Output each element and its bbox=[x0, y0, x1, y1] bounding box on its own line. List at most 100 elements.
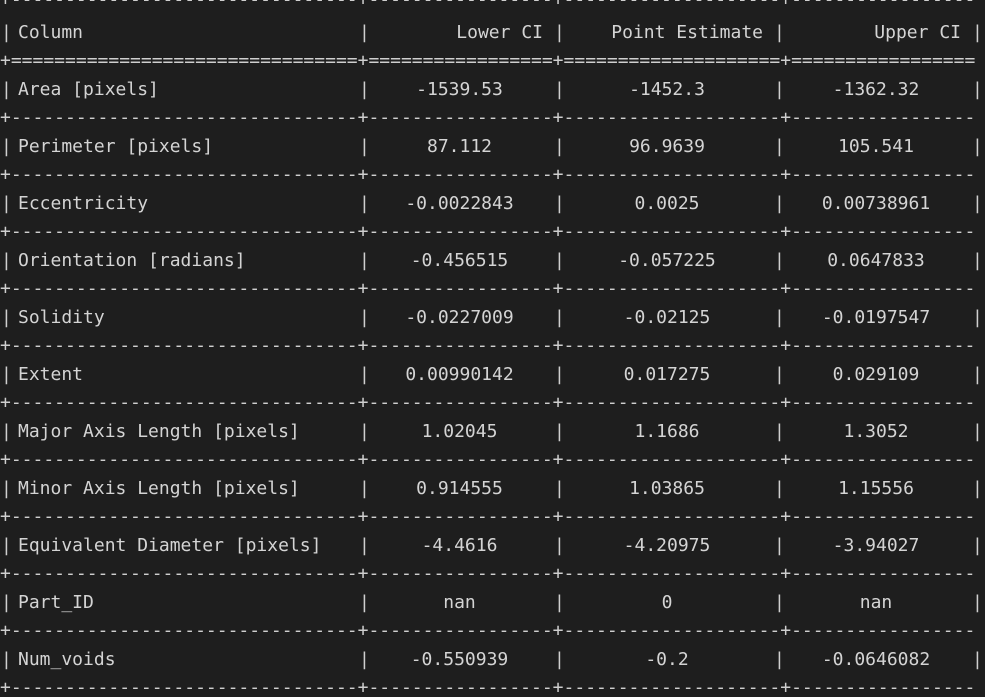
column-divider: | bbox=[359, 478, 370, 499]
table-row: | | | | | Major Axis Length [pixels] 1.02045 1.… bbox=[0, 417, 985, 447]
row-label: Minor Axis Length [pixels] bbox=[18, 478, 300, 499]
table-cell: -4.20975 bbox=[623, 535, 711, 556]
row-label: Orientation [radians] bbox=[18, 250, 246, 271]
column-divider: | bbox=[359, 421, 370, 442]
column-divider: | bbox=[1, 421, 12, 442]
column-divider: | bbox=[359, 22, 370, 43]
row-label: Solidity bbox=[18, 307, 105, 328]
column-divider: | bbox=[1, 307, 12, 328]
column-divider: | bbox=[554, 193, 565, 214]
column-divider: | bbox=[554, 79, 565, 100]
column-divider: | bbox=[359, 250, 370, 271]
table-cell: -0.0646082 bbox=[821, 649, 931, 670]
table-cell: 1.03865 bbox=[629, 478, 705, 499]
table-cell: -1539.53 bbox=[416, 79, 503, 100]
column-divider: | bbox=[774, 250, 785, 271]
column-divider: | bbox=[359, 79, 370, 100]
column-divider: | bbox=[554, 535, 565, 556]
row-separator: +--------------------------------+------… bbox=[0, 679, 976, 697]
column-divider: | bbox=[1, 79, 12, 100]
row-separator: +--------------------------------+------… bbox=[0, 0, 985, 9]
column-divider: | bbox=[972, 22, 983, 43]
table-cell: -1452.3 bbox=[629, 79, 705, 100]
column-divider: | bbox=[774, 478, 785, 499]
column-divider: | bbox=[1, 193, 12, 214]
column-divider: | bbox=[1, 478, 12, 499]
table-cell: 0.017275 bbox=[623, 364, 711, 385]
column-divider: | bbox=[1, 649, 12, 670]
row-label: Area [pixels] bbox=[18, 79, 159, 100]
header-separator: +================================+======… bbox=[0, 52, 976, 70]
table-row: | | | | | Minor Axis Length [pixels] 0.914555 1… bbox=[0, 474, 985, 504]
column-divider: | bbox=[774, 79, 785, 100]
table-row: | | | | | Area [pixels] -1539.53 -1452.3 -1362.3… bbox=[0, 75, 985, 105]
table-row: | | | | | Part_ID nan 0 nan bbox=[0, 588, 985, 618]
row-separator: +--------------------------------+------… bbox=[0, 565, 976, 583]
column-divider: | bbox=[359, 364, 370, 385]
column-divider: | bbox=[972, 79, 983, 100]
table-cell: -1362.32 bbox=[832, 79, 920, 100]
table-cell: 96.9639 bbox=[629, 136, 705, 157]
column-divider: | bbox=[554, 307, 565, 328]
column-divider: | bbox=[359, 649, 370, 670]
column-divider: | bbox=[972, 136, 983, 157]
table-cell: 1.02045 bbox=[421, 421, 498, 442]
column-divider: | bbox=[972, 193, 983, 214]
column-divider: | bbox=[554, 364, 565, 385]
column-divider: | bbox=[972, 421, 983, 442]
row-separator: +--------------------------------+------… bbox=[0, 337, 976, 355]
table-row: | | | | | Eccentricity -0.0022843 0.0025 0.00738… bbox=[0, 189, 985, 219]
column-divider: | bbox=[972, 592, 983, 613]
column-divider: | bbox=[1, 364, 12, 385]
table-cell: -0.057225 bbox=[618, 250, 716, 271]
column-divider: | bbox=[1, 592, 12, 613]
column-divider: | bbox=[359, 592, 370, 613]
table-cell: nan bbox=[859, 592, 893, 613]
column-divider: | bbox=[774, 592, 785, 613]
column-divider: | bbox=[1, 535, 12, 556]
table-cell: 0.914555 bbox=[416, 478, 503, 499]
table-row: | | | | | Equivalent Diameter [pixels] -4.4616… bbox=[0, 531, 985, 561]
row-separator: +--------------------------------+------… bbox=[0, 109, 976, 127]
table-cell: 1.3052 bbox=[843, 421, 909, 442]
terminal-window: { "table": { "headers": ["Column", "Lowe… bbox=[0, 0, 985, 697]
table-cell: -0.0022843 bbox=[405, 193, 514, 214]
column-divider: | bbox=[359, 193, 370, 214]
table-row: | | | | | Extent 0.00990142 0.017275 0.029109 bbox=[0, 360, 985, 390]
column-divider: | bbox=[774, 535, 785, 556]
table-cell: 0.00990142 bbox=[405, 364, 514, 385]
table-row: | | | | | Num_voids -0.550939 -0.2 -0.0646082 bbox=[0, 645, 985, 675]
table-cell: -0.02125 bbox=[623, 307, 711, 328]
column-divider: | bbox=[972, 250, 983, 271]
table-cell: 0.0025 bbox=[634, 193, 700, 214]
row-separator: +--------------------------------+------… bbox=[0, 622, 976, 640]
column-divider: | bbox=[554, 421, 565, 442]
column-divider: | bbox=[972, 649, 983, 670]
table-cell: 1.1686 bbox=[634, 421, 700, 442]
table-cell: 87.112 bbox=[426, 136, 493, 157]
row-label: Major Axis Length [pixels] bbox=[18, 421, 300, 442]
table-cell: -0.0197547 bbox=[821, 307, 931, 328]
column-divider: | bbox=[554, 478, 565, 499]
row-separator: +--------------------------------+------… bbox=[0, 166, 976, 184]
column-divider: | bbox=[774, 307, 785, 328]
table-cell: -0.2 bbox=[645, 649, 689, 670]
row-separator: +--------------------------------+------… bbox=[0, 451, 976, 469]
column-divider: | bbox=[774, 193, 785, 214]
column-divider: | bbox=[1, 250, 12, 271]
table-row: | | | | | Solidity -0.0227009 -0.02125 -0.019754… bbox=[0, 303, 985, 333]
column-divider: | bbox=[774, 136, 785, 157]
table-row: | | | | | Perimeter [pixels] 87.112 96.9639 105.… bbox=[0, 132, 985, 162]
column-header: Upper CI bbox=[874, 22, 961, 43]
column-header: Point Estimate bbox=[611, 22, 763, 43]
table-cell: 0 bbox=[661, 592, 673, 613]
table-cell: -3.94027 bbox=[832, 535, 920, 556]
column-header: Lower CI bbox=[456, 22, 543, 43]
column-divider: | bbox=[554, 592, 565, 613]
table-cell: -0.456515 bbox=[410, 250, 509, 271]
column-divider: | bbox=[774, 649, 785, 670]
column-divider: | bbox=[774, 364, 785, 385]
column-divider: | bbox=[1, 22, 12, 43]
column-divider: | bbox=[972, 307, 983, 328]
column-divider: | bbox=[554, 649, 565, 670]
